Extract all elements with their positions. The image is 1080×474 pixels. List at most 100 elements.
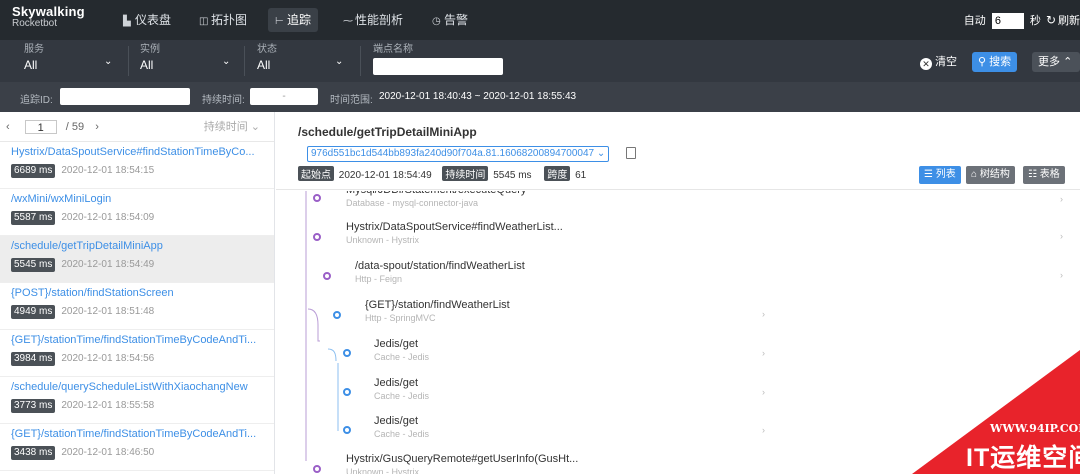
endpoint-input[interactable]	[373, 58, 503, 75]
trace-id-label: 追踪ID:	[20, 95, 53, 106]
sort-select[interactable]: 持续时间 ⌄	[204, 112, 260, 142]
auto-refresh: 自动 6 秒 ↻ 刷新	[964, 10, 1080, 30]
span-row[interactable]: Mysql/JDBI/Statement/executeQueryDatabas…	[346, 191, 526, 210]
trace-time: 2020-12-01 18:46:50	[61, 447, 155, 458]
expand-arrow-icon[interactable]: ›	[1060, 194, 1063, 204]
trace-duration: 4949 ms	[11, 305, 56, 319]
span-node	[313, 465, 321, 473]
clear-label: 清空	[935, 56, 958, 68]
trace-list-item[interactable]: {POST}/station/findStationScreen 4949 ms 2…	[0, 283, 274, 330]
span-node	[343, 349, 351, 357]
chevron-up-icon: ⌃	[1063, 56, 1073, 68]
copy-icon[interactable]	[626, 147, 636, 159]
span-component: Http - Feign	[355, 274, 403, 284]
more-label: 更多	[1038, 56, 1060, 68]
trace-duration: 6689 ms	[11, 164, 56, 178]
more-button[interactable]: 更多 ⌃	[1032, 52, 1080, 72]
nav-trace[interactable]: ⊢ 追踪	[268, 8, 319, 32]
time-range-value[interactable]: 2020-12-01 18:40:43 ~ 2020-12-01 18:55:4…	[379, 91, 576, 102]
list-icon: ☰	[924, 169, 933, 180]
trace-id-select[interactable]: 976d551bc1d544bb893fa240d90f704a.81.1606…	[307, 146, 610, 162]
instance-select[interactable]: 实例 All ⌄	[140, 44, 230, 74]
span-component: Cache - Jedis	[374, 352, 430, 362]
page-input[interactable]: 1	[24, 120, 57, 135]
clear-icon: ✕	[920, 58, 932, 70]
divider	[360, 46, 361, 76]
expand-arrow-icon[interactable]: ›	[762, 309, 765, 319]
expand-arrow-icon[interactable]: ›	[762, 425, 765, 435]
clear-button[interactable]: ✕ 清空	[914, 52, 963, 72]
nav-label: 拓扑图	[211, 13, 248, 27]
topology-icon: ◫	[199, 16, 209, 27]
refresh-button[interactable]: 刷新	[1058, 15, 1080, 27]
trace-list-item[interactable]: /schedule/queryScheduleListWithXiaochang…	[0, 377, 274, 424]
search-button[interactable]: ⚲ 搜索	[972, 52, 1018, 72]
trace-list-item[interactable]: Hystrix/DataSpoutService#findStationTime…	[0, 142, 274, 189]
expand-arrow-icon[interactable]: ›	[762, 348, 765, 358]
watermark-text: IT运维空间	[966, 444, 1080, 472]
state-select[interactable]: 状态 All ⌄	[257, 44, 347, 74]
span-node	[333, 311, 341, 319]
trace-list-item[interactable]: /schedule/getTripDetailMiniApp 5545 ms 202…	[0, 236, 274, 283]
span-row[interactable]: {GET}/station/findWeatherList Http - Spri…	[365, 299, 510, 325]
span-row[interactable]: Jedis/get Cache - Jedis	[374, 415, 429, 441]
expand-arrow-icon[interactable]: ›	[1060, 231, 1063, 241]
span-row[interactable]: Hystrix/DataSpoutService#findWeatherList…	[346, 221, 563, 247]
logo[interactable]: Skywalking Rocketbot	[12, 5, 85, 30]
trace-name: {POST}/station/findStationScreen	[11, 287, 174, 299]
trace-meta: 起始点 2020-12-01 18:54:49 持续时间 5545 ms 跨度 …	[298, 166, 586, 181]
state-value: All	[257, 58, 271, 72]
search-icon: ⚲	[978, 56, 987, 68]
expand-arrow-icon[interactable]: ›	[762, 387, 765, 397]
trace-duration: 3984 ms	[11, 352, 56, 366]
trace-id-value: 976d551bc1d544bb893fa240d90f704a.81.1606…	[311, 148, 595, 159]
span-row[interactable]: Jedis/get Cache - Jedis	[374, 377, 429, 403]
start-time: 2020-12-01 18:54:49	[338, 170, 432, 181]
view-list-button[interactable]: ☰ 列表	[919, 166, 961, 184]
span-node	[323, 272, 331, 280]
profile-icon: ⁓	[343, 16, 353, 27]
span-tag: 跨度	[544, 166, 571, 181]
refresh-interval-input[interactable]: 6	[991, 13, 1024, 30]
brand-sub: Rocketbot	[12, 18, 58, 29]
span-row[interactable]: Hystrix/GusQueryRemote#getUserInfo(GusHt…	[346, 453, 578, 474]
trace-time: 2020-12-01 18:54:49	[61, 259, 155, 270]
next-page-icon[interactable]: ›	[95, 121, 99, 133]
divider	[244, 46, 245, 76]
watermark-url: WWW.94IP.COM	[990, 422, 1080, 435]
duration-value: 5545 ms	[493, 170, 532, 181]
service-value: All	[24, 58, 38, 72]
prev-page-icon[interactable]: ‹	[6, 121, 10, 133]
alarm-icon: ◷	[432, 16, 441, 27]
dashboard-icon: ▙	[123, 16, 131, 27]
span-node	[343, 388, 351, 396]
trace-list-item[interactable]: {GET}/stationTime/findStationTimeByCodeA…	[0, 424, 274, 471]
span-row[interactable]: /data-spout/station/findWeatherList Http …	[355, 260, 525, 286]
refresh-icon[interactable]: ↻	[1046, 13, 1056, 27]
chevron-down-icon: ⌄	[222, 56, 231, 67]
instance-label: 实例	[140, 44, 160, 55]
duration-input[interactable]: -	[250, 88, 318, 105]
nav-dashboard[interactable]: ▙ 仪表盘	[116, 8, 178, 32]
span-row[interactable]: Jedis/get Cache - Jedis	[374, 338, 429, 364]
trace-id-input[interactable]	[60, 88, 190, 105]
start-tag: 起始点	[298, 166, 334, 181]
span-name: Jedis/get	[374, 415, 419, 427]
auto-label[interactable]: 自动	[964, 15, 986, 27]
service-select[interactable]: 服务 All ⌄	[24, 44, 114, 74]
trace-meta: 5587 ms 2020-12-01 18:54:09	[11, 211, 264, 225]
trace-list-item[interactable]: /wxMini/wxMiniLogin 5587 ms 2020-12-01 18:…	[0, 189, 274, 236]
expand-arrow-icon[interactable]: ›	[1060, 270, 1063, 280]
view-tree-button[interactable]: ⌂ 树结构	[966, 166, 1015, 184]
trace-list-item[interactable]: {GET}/stationTime/findStationTimeByCodeA…	[0, 330, 274, 377]
span-name: /data-spout/station/findWeatherList	[355, 260, 525, 272]
nav-topology[interactable]: ◫ 拓扑图	[192, 8, 254, 32]
nav-alarm[interactable]: ◷ 告警	[425, 8, 475, 32]
trace-meta: 5545 ms 2020-12-01 18:54:49	[11, 258, 264, 272]
view-tree-label: 树结构	[979, 169, 1010, 180]
trace-title: /schedule/getTripDetailMiniApp	[298, 125, 477, 139]
nav-profile[interactable]: ⁓ 性能剖析	[336, 8, 410, 32]
view-table-button[interactable]: ☷ 表格	[1023, 166, 1065, 184]
chevron-down-icon: ⌄	[596, 148, 606, 159]
trace-detail-header: /schedule/getTripDetailMiniApp 976d551bc…	[276, 112, 1080, 190]
